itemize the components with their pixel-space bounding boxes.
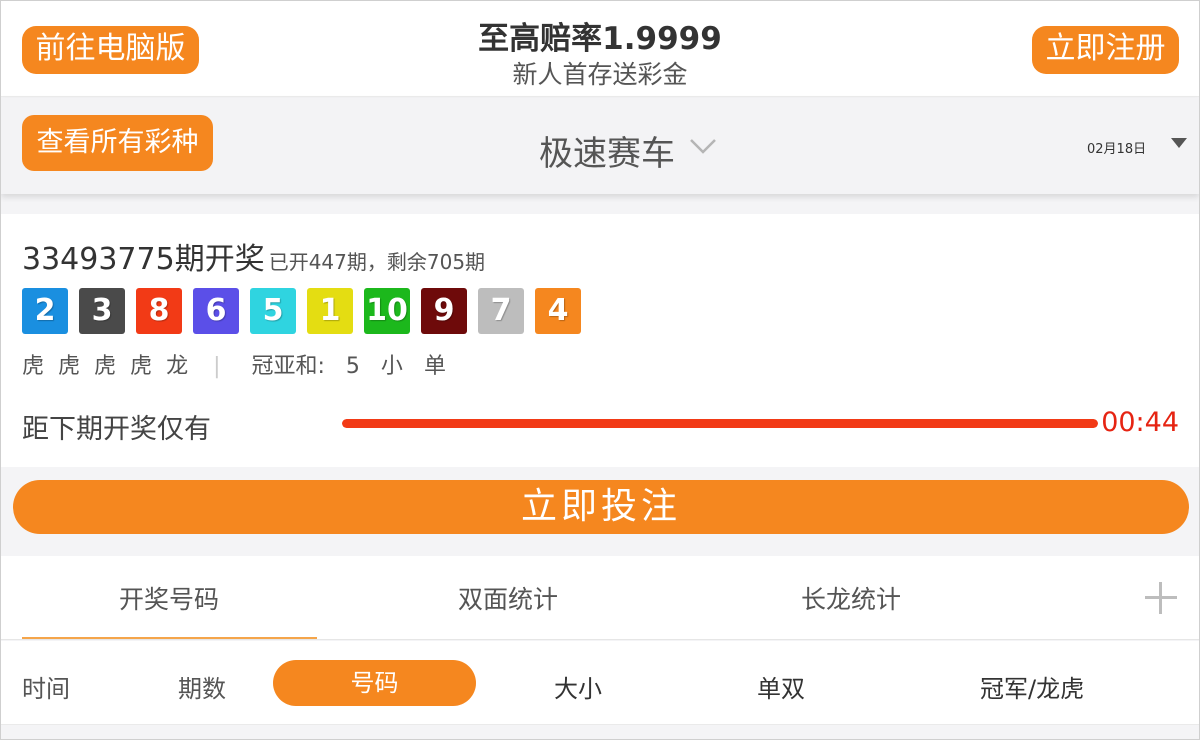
- dragon-tiger-result: 虎: [94, 354, 117, 379]
- place-bet-button[interactable]: 立即投注: [13, 480, 1189, 534]
- top-header: 前往电脑版 至高赔率1.9999 新人首存送彩金 立即注册: [1, 1, 1199, 97]
- caret-down-icon[interactable]: [1171, 138, 1187, 148]
- date-selector[interactable]: 02月18日: [1087, 138, 1146, 157]
- result-ball: 6: [193, 288, 239, 334]
- filter-issue[interactable]: 期数: [178, 669, 226, 704]
- page-subtitle: 新人首存送彩金: [512, 60, 688, 89]
- dragon-tiger-result: 龙: [166, 354, 189, 379]
- countdown-progress-fill: [342, 419, 1098, 428]
- register-button[interactable]: 立即注册: [1032, 26, 1179, 74]
- dragon-tiger-result: 虎: [58, 354, 81, 379]
- result-ball: 4: [535, 288, 581, 334]
- filter-size[interactable]: 大小: [554, 669, 602, 704]
- result-attributes: 虎虎虎虎龙 | 冠亚和: 5 小 单: [22, 348, 460, 380]
- result-ball: 10: [364, 288, 410, 334]
- stats-tabs: 开奖号码 双面统计 长龙统计: [1, 556, 1199, 640]
- countdown-timer: 00:44: [1101, 407, 1179, 438]
- result-ball: 2: [22, 288, 68, 334]
- filter-number[interactable]: 号码: [273, 660, 476, 706]
- app-frame: 前往电脑版 至高赔率1.9999 新人首存送彩金 立即注册 查看所有彩种 极速赛…: [0, 0, 1200, 740]
- countdown-progress-bar: [342, 419, 1098, 428]
- filter-time[interactable]: 时间: [22, 669, 70, 704]
- tab-two-sided-stats[interactable]: 双面统计: [458, 580, 558, 616]
- attribute-separator: |: [213, 354, 221, 379]
- all-lotteries-button[interactable]: 查看所有彩种: [22, 115, 213, 171]
- issue-progress: 已开447期，剩余705期: [268, 250, 486, 274]
- sum-parity: 单: [423, 354, 446, 379]
- active-tab-indicator: [22, 637, 317, 639]
- result-balls: 2 3 8 6 5 1 10 9 7 4: [22, 288, 592, 334]
- result-filters: 时间 期数 号码 大小 单双 冠军/龙虎: [1, 641, 1199, 725]
- page-title: 至高赔率1.9999: [478, 21, 722, 57]
- filter-champion-dragon-tiger[interactable]: 冠军/龙虎: [980, 669, 1084, 704]
- draw-result-card: 33493775期开奖 已开447期，剩余705期 2 3 8 6 5 1 10 9 7 4 虎虎虎…: [1, 214, 1199, 467]
- dragon-tiger-result: 虎: [22, 354, 45, 379]
- countdown-label: 距下期开奖仅有: [22, 414, 211, 445]
- result-ball: 7: [478, 288, 524, 334]
- result-ball: 5: [250, 288, 296, 334]
- sum-size: 小: [380, 354, 403, 379]
- result-ball: 3: [79, 288, 125, 334]
- tab-long-dragon-stats[interactable]: 长龙统计: [801, 580, 901, 616]
- tab-draw-numbers[interactable]: 开奖号码: [119, 580, 219, 616]
- filter-odd-even[interactable]: 单双: [757, 669, 805, 704]
- chevron-down-icon[interactable]: [689, 136, 717, 156]
- sum-value: 5: [345, 354, 360, 379]
- dragon-tiger-result: 虎: [130, 354, 153, 379]
- result-ball: 9: [421, 288, 467, 334]
- issue-line: 33493775期开奖 已开447期，剩余705期: [22, 234, 485, 278]
- plus-icon[interactable]: [1145, 582, 1177, 614]
- sum-label: 冠亚和:: [251, 354, 325, 379]
- result-ball: 8: [136, 288, 182, 334]
- issue-title: 33493775期开奖: [22, 242, 265, 277]
- game-name-dropdown[interactable]: 极速赛车: [539, 126, 675, 175]
- lottery-selector-bar: 查看所有彩种 极速赛车 02月18日: [1, 98, 1199, 194]
- result-ball: 1: [307, 288, 353, 334]
